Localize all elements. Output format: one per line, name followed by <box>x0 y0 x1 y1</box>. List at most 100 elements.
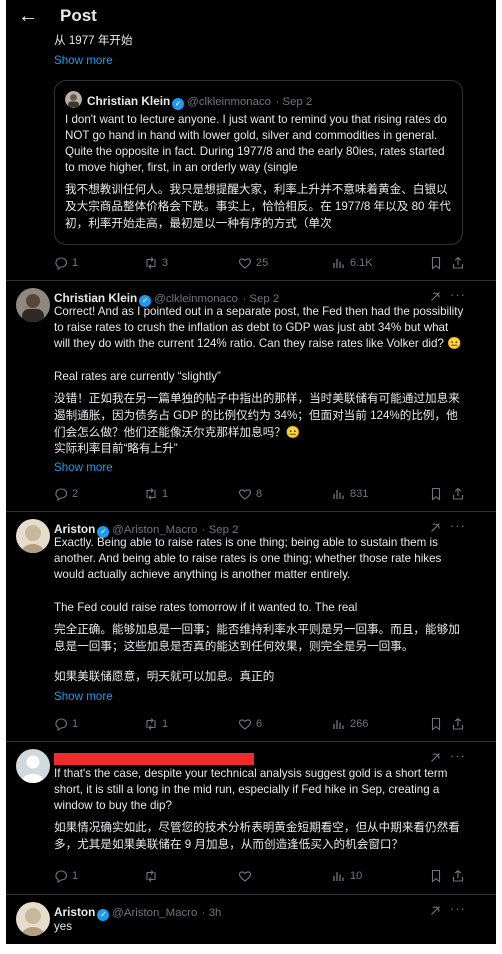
bookmark-icon <box>431 717 441 731</box>
post-date: · 3h <box>201 907 222 919</box>
author-name[interactable]: Ariston <box>54 522 95 536</box>
reply-icon <box>55 257 67 270</box>
share-button[interactable] <box>451 256 465 270</box>
repost-button[interactable]: 1 <box>144 717 168 731</box>
reply-button[interactable]: 2 <box>54 487 78 501</box>
post-text-cn: 实际利率目前“略有上升” <box>54 442 178 455</box>
bookmark-button[interactable] <box>429 869 443 883</box>
post-text-en: Exactly. Being able to raise rates is on… <box>54 536 442 581</box>
heart-icon <box>238 258 252 269</box>
author-name[interactable]: Ariston <box>54 905 95 919</box>
quoted-post-card[interactable]: Christian Klein ✓ @clkleinmonaco · Sep 2 I… <box>54 80 463 245</box>
author-handle[interactable]: @clkleinmonaco <box>187 96 271 108</box>
avatar[interactable] <box>16 902 50 936</box>
reply-icon <box>55 870 67 883</box>
heart-icon <box>238 489 252 500</box>
share-button[interactable] <box>451 869 465 883</box>
bookmark-button[interactable] <box>429 256 443 270</box>
arrow-left-icon[interactable]: ← <box>18 6 38 26</box>
avatar[interactable] <box>16 288 50 322</box>
share-icon <box>452 256 464 269</box>
verified-badge-icon: ✓ <box>97 909 110 921</box>
post-actions: 1 3 25 6.1K <box>54 256 474 272</box>
view-count: 266 <box>350 718 369 730</box>
more-options-icon[interactable]: ··· <box>450 748 466 763</box>
like-count: 6 <box>256 718 263 730</box>
author-name[interactable]: Christian Klein <box>87 94 170 108</box>
reply-icon <box>55 718 67 731</box>
avatar[interactable] <box>16 519 50 553</box>
divider <box>6 280 496 281</box>
repost-icon <box>146 257 156 269</box>
view-count: 10 <box>350 870 363 882</box>
repost-button[interactable]: 3 <box>144 256 168 270</box>
post-actions: 1 1 6 266 <box>54 717 474 733</box>
author-name[interactable]: Christian Klein <box>54 291 137 305</box>
show-more-link[interactable]: Show more <box>54 54 113 67</box>
avatar[interactable] <box>16 749 50 783</box>
post-actions: 2 1 8 831 <box>54 487 474 503</box>
analytics-icon <box>333 872 344 881</box>
post-text-cn: 完全正确。能够加息是一回事；能否维持利率水平则是另一回事。而且，能够加息是一回事… <box>54 623 460 653</box>
divider <box>6 741 496 742</box>
more-options-icon[interactable]: ··· <box>450 518 466 533</box>
repost-button[interactable]: 1 <box>144 487 168 501</box>
like-button[interactable] <box>238 869 256 883</box>
repost-button[interactable] <box>144 869 162 883</box>
bookmark-icon <box>431 869 441 883</box>
heart-icon <box>238 871 252 882</box>
repost-count: 1 <box>162 718 169 730</box>
post-text-en: The Fed could raise rates tomorrow if it… <box>54 601 358 614</box>
analytics-icon <box>333 490 344 499</box>
views-button[interactable]: 831 <box>332 487 368 501</box>
divider <box>6 894 496 895</box>
analytics-icon <box>333 259 344 268</box>
more-options-icon[interactable]: ··· <box>450 901 466 916</box>
avatar <box>65 91 82 113</box>
more-options-icon[interactable]: ··· <box>450 287 466 302</box>
post-text-cn: 如果美联储愿意，明天就可以加息。真正的 <box>54 670 275 683</box>
reply-button[interactable]: 1 <box>54 256 78 270</box>
heart-icon <box>238 719 252 730</box>
post-text-en: Correct! And as I pointed out in a separ… <box>54 305 464 350</box>
bookmark-icon <box>431 487 441 501</box>
like-count: 8 <box>256 488 263 500</box>
reply-button[interactable]: 1 <box>54 717 78 731</box>
post-text-en: If that's the case, despite your technic… <box>54 767 448 812</box>
redacted-username <box>54 753 254 765</box>
author-handle[interactable]: @Ariston_Macro <box>112 907 197 919</box>
grok-icon[interactable] <box>429 290 442 303</box>
share-icon <box>452 487 464 500</box>
grok-icon[interactable] <box>429 521 442 534</box>
reply-count: 2 <box>72 488 79 500</box>
like-button[interactable]: 25 <box>238 256 268 270</box>
like-button[interactable]: 8 <box>238 487 262 501</box>
reply-count: 1 <box>72 870 79 882</box>
post-text-cn: 没错！正如我在另一篇单独的帖子中指出的那样，当时美联储有可能通过加息来遏制通胀，… <box>54 392 460 439</box>
show-more-link[interactable]: Show more <box>54 690 113 703</box>
reply-icon <box>55 488 67 501</box>
post-text-cn: 如果情况确实如此，尽管您的技术分析表明黄金短期看空，但从中期来看仍然看多，尤其是… <box>54 821 460 851</box>
views-button[interactable]: 10 <box>332 869 362 883</box>
share-button[interactable] <box>451 717 465 731</box>
bookmark-button[interactable] <box>429 487 443 501</box>
bookmark-icon <box>431 256 441 270</box>
post-text-en: yes <box>54 920 73 933</box>
show-more-link[interactable]: Show more <box>54 461 113 474</box>
repost-icon <box>146 488 156 500</box>
post-text-cn: 我不想教训任何人。我只是想提醒大家，利率上升并不意味着黄金、白银以及大宗商品整体… <box>65 183 451 230</box>
reply-button[interactable]: 1 <box>54 869 78 883</box>
post-text-en: Real rates are currently “slightly” <box>54 370 221 383</box>
views-button[interactable]: 6.1K <box>332 256 373 270</box>
app-frame: ← Post 从 1977 年开始 Show more Christian Kl… <box>6 0 496 944</box>
share-button[interactable] <box>451 487 465 501</box>
like-button[interactable]: 6 <box>238 717 262 731</box>
divider <box>6 511 496 512</box>
repost-count: 3 <box>162 257 169 269</box>
views-button[interactable]: 266 <box>332 717 368 731</box>
grok-icon[interactable] <box>429 904 442 917</box>
bookmark-button[interactable] <box>429 717 443 731</box>
grok-icon[interactable] <box>429 751 442 764</box>
reply-count: 1 <box>72 718 79 730</box>
repost-count: 1 <box>162 488 169 500</box>
